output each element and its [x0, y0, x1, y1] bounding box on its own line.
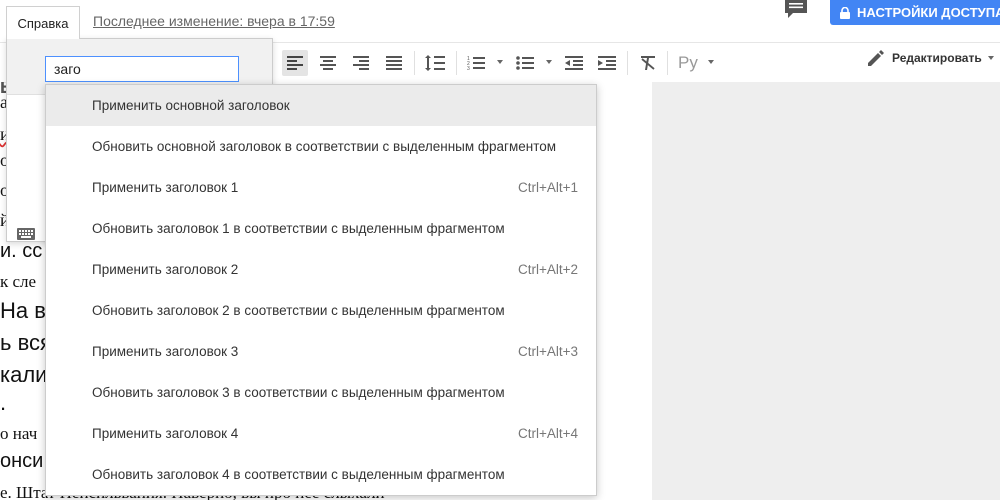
- menu-item[interactable]: Обновить заголовок 2 в соответствии с вы…: [46, 290, 596, 331]
- menu-item-label: Обновить основной заголовок в соответств…: [92, 139, 557, 154]
- menu-item[interactable]: Обновить основной заголовок в соответств…: [46, 126, 596, 167]
- clear-formatting-icon: [641, 56, 655, 70]
- menu-item-label: Применить основной заголовок: [92, 98, 290, 113]
- menu-item-label: Применить заголовок 3: [92, 344, 239, 359]
- numbered-list-button[interactable]: 123: [463, 50, 489, 76]
- top-bar: Справка Последнее изменение: вчера в 17:…: [0, 0, 1000, 42]
- doc-text: о нач: [0, 424, 38, 443]
- decrease-indent-button[interactable]: [561, 50, 587, 76]
- menu-item-label: Применить заголовок 2: [92, 262, 239, 277]
- menu-item-label: Применить заголовок 1: [92, 180, 239, 195]
- menu-item[interactable]: Обновить заголовок 1 в соответствии с вы…: [46, 208, 596, 249]
- doc-text: к сле: [0, 272, 37, 291]
- menu-item[interactable]: Применить заголовок 1 Ctrl+Alt+1: [46, 167, 596, 208]
- menu-item[interactable]: Применить заголовок 3 Ctrl+Alt+3: [46, 331, 596, 372]
- bulleted-list-button[interactable]: [512, 50, 538, 76]
- menu-item[interactable]: Применить заголовок 4 Ctrl+Alt+4: [46, 413, 596, 454]
- chevron-down-icon: [987, 56, 994, 60]
- menu-item[interactable]: Применить основной заголовок: [46, 85, 596, 126]
- numbered-list-icon: 123: [467, 56, 485, 71]
- toolbar-divider: [627, 51, 628, 75]
- menu-item[interactable]: Применить заголовок 2 Ctrl+Alt+2: [46, 249, 596, 290]
- decrease-indent-icon: [565, 56, 583, 70]
- increase-indent-button[interactable]: [594, 50, 620, 76]
- clear-formatting-button[interactable]: [635, 50, 661, 76]
- increase-indent-icon: [598, 56, 616, 70]
- align-center-icon: [320, 56, 336, 70]
- line-spacing-button[interactable]: [422, 50, 448, 76]
- menu-item[interactable]: Обновить заголовок 4 в соответствии с вы…: [46, 454, 596, 495]
- svg-text:3: 3: [467, 66, 470, 71]
- help-search-input[interactable]: [45, 56, 239, 82]
- doc-text: .: [0, 390, 7, 415]
- menu-item-shortcut: Ctrl+Alt+1: [517, 180, 578, 195]
- align-right-button[interactable]: [348, 50, 374, 76]
- doc-text: кали: [0, 362, 48, 387]
- align-center-button[interactable]: [315, 50, 341, 76]
- lock-icon: [840, 6, 850, 19]
- bulleted-list-icon: [516, 56, 534, 70]
- doc-text: На в: [0, 298, 46, 323]
- editing-mode-selector[interactable]: Редактировать: [868, 50, 994, 66]
- keyboard-icon[interactable]: [17, 227, 35, 245]
- input-language-selector[interactable]: Ру: [678, 53, 698, 73]
- doc-text: онси: [0, 450, 44, 472]
- help-search-results: Применить основной заголовок Обновить ос…: [45, 84, 597, 496]
- canvas-background: [652, 82, 1000, 500]
- menu-item-shortcut: Ctrl+Alt+2: [517, 262, 578, 277]
- chevron-down-icon[interactable]: [497, 60, 503, 64]
- align-left-button[interactable]: [282, 50, 308, 76]
- menu-item-label: Обновить заголовок 2 в соответствии с вы…: [92, 303, 505, 318]
- align-left-icon: [287, 56, 303, 70]
- menu-item-shortcut: Ctrl+Alt+4: [517, 426, 578, 441]
- justify-button[interactable]: [381, 50, 407, 76]
- menu-item-label: Обновить заголовок 1 в соответствии с вы…: [92, 221, 505, 236]
- menu-item-shortcut: Ctrl+Alt+3: [517, 344, 578, 359]
- line-spacing-icon: [425, 55, 445, 71]
- justify-icon: [386, 56, 402, 70]
- editing-mode-label: Редактировать: [892, 51, 982, 65]
- menu-item-label: Обновить заголовок 3 в соответствии с вы…: [92, 385, 505, 400]
- last-edit-link[interactable]: Последнее изменение: вчера в 17:59: [93, 13, 335, 29]
- chevron-down-icon[interactable]: [546, 60, 552, 64]
- menu-item-label: Применить заголовок 4: [92, 426, 239, 441]
- menu-item[interactable]: Обновить заголовок 3 в соответствии с вы…: [46, 372, 596, 413]
- toolbar-divider: [456, 51, 457, 75]
- comments-icon[interactable]: [785, 0, 807, 18]
- share-settings-button[interactable]: НАСТРОЙКИ ДОСТУПА: [830, 0, 1000, 25]
- pencil-icon: [868, 50, 884, 66]
- toolbar-divider: [414, 51, 415, 75]
- toolbar-divider: [667, 51, 668, 75]
- menu-help[interactable]: Справка: [6, 6, 80, 39]
- menu-item-label: Обновить заголовок 4 в соответствии с вы…: [92, 467, 505, 482]
- align-right-icon: [353, 56, 369, 70]
- share-settings-label: НАСТРОЙКИ ДОСТУПА: [857, 5, 1000, 20]
- chevron-down-icon[interactable]: [708, 60, 714, 64]
